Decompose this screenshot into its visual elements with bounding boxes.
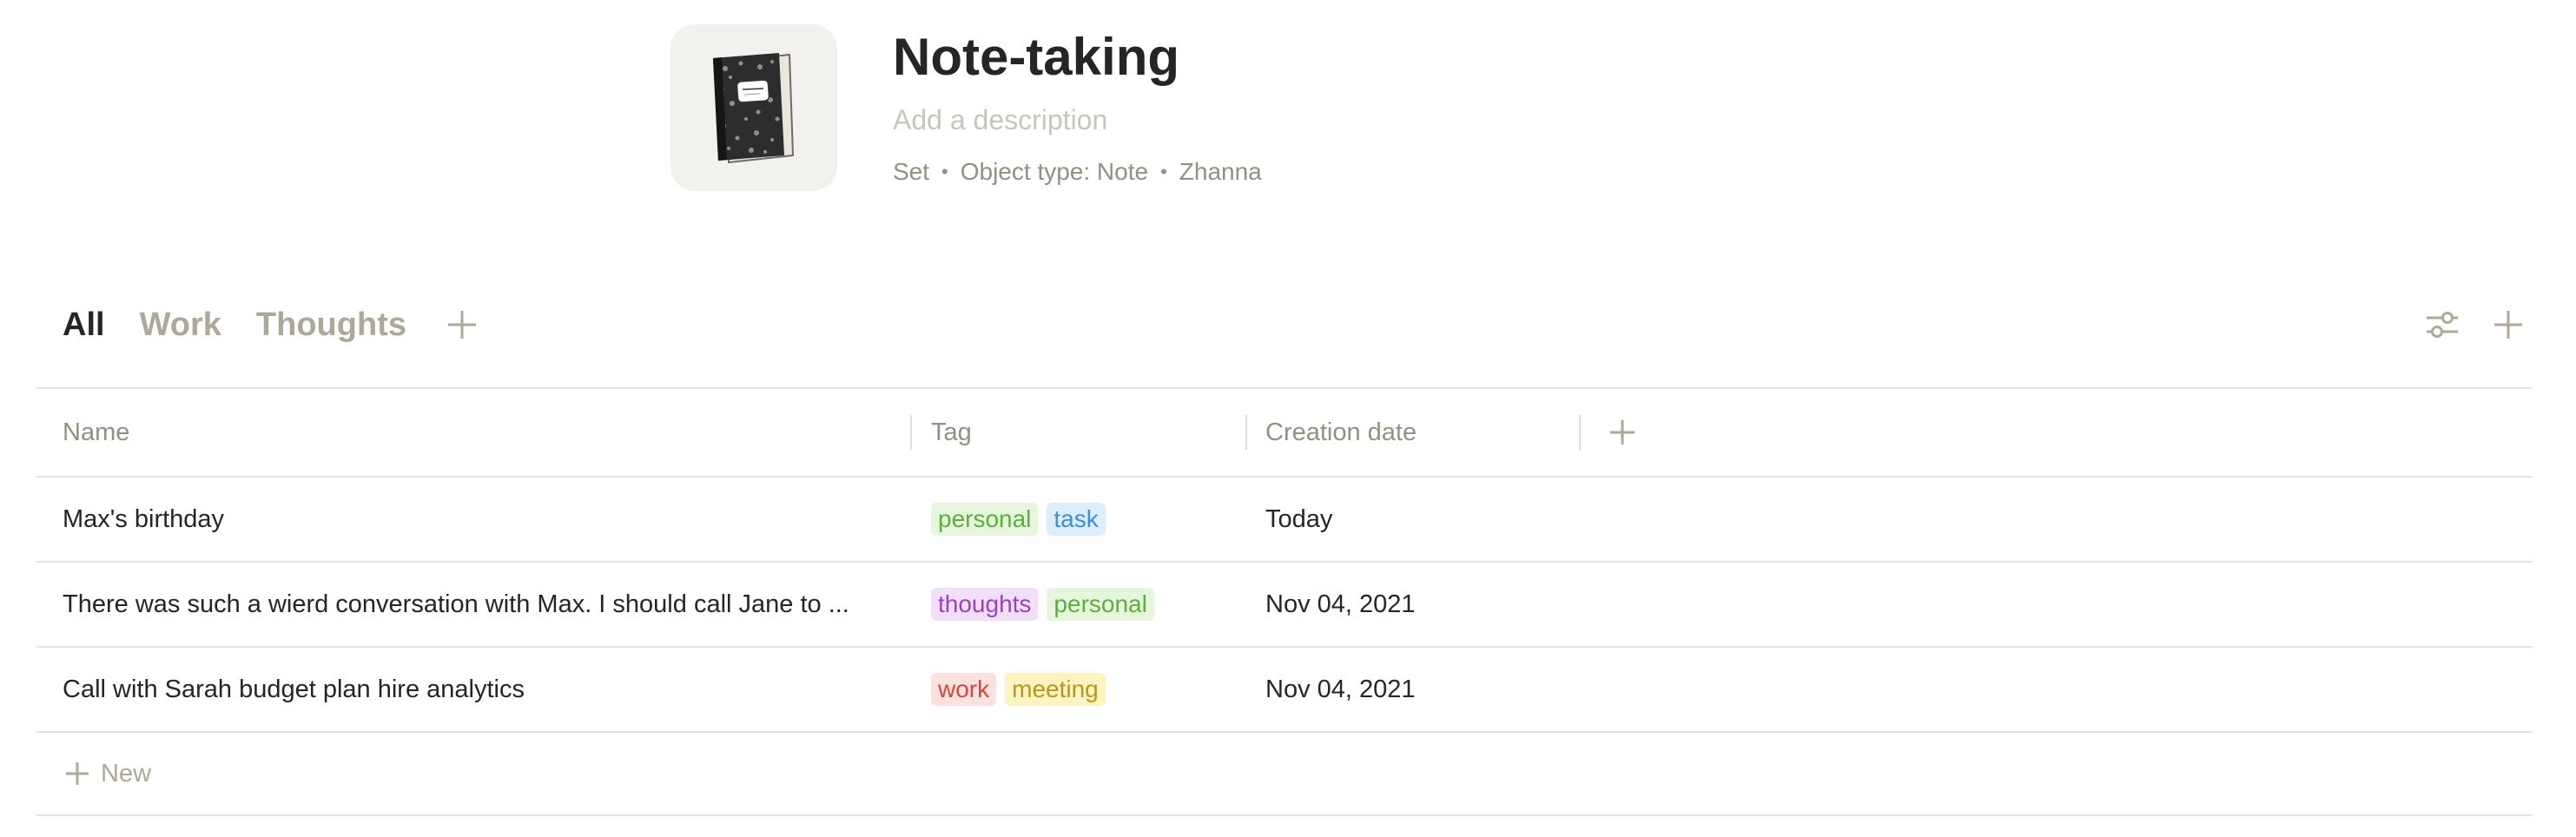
tag-chip: task bbox=[1047, 503, 1106, 536]
divider bbox=[36, 814, 2533, 816]
column-header-name[interactable]: Name bbox=[63, 389, 129, 476]
row-tags[interactable]: personal task bbox=[931, 478, 1244, 561]
table-header-row: Name Tag Creation date bbox=[36, 389, 2533, 476]
row-creation-date[interactable]: Today bbox=[1265, 478, 1578, 561]
meta-separator: • bbox=[941, 161, 948, 182]
tag-chip: work bbox=[931, 673, 997, 706]
view-tab-thoughts[interactable]: Thoughts bbox=[256, 297, 406, 353]
row-name[interactable]: Call with Sarah budget plan hire analyti… bbox=[63, 648, 914, 731]
new-row-label: New bbox=[101, 759, 152, 788]
object-meta: Set • Object type: Note • Zhanna bbox=[893, 153, 1262, 191]
tag-chip: thoughts bbox=[931, 588, 1039, 621]
plus-icon bbox=[447, 311, 476, 339]
column-resize-handle[interactable] bbox=[910, 415, 912, 450]
view-tab-work[interactable]: Work bbox=[140, 297, 221, 353]
table-row[interactable]: Max's birthday personal task Today bbox=[36, 478, 2533, 561]
table-row[interactable]: There was such a wierd conversation with… bbox=[36, 563, 2533, 646]
page-title[interactable]: Note-taking bbox=[893, 23, 1179, 92]
add-column-button[interactable] bbox=[1603, 389, 1641, 476]
view-toolbar bbox=[2399, 300, 2531, 349]
meta-separator: • bbox=[1160, 161, 1167, 182]
tag-chip: personal bbox=[931, 503, 1039, 536]
column-resize-handle[interactable] bbox=[1579, 415, 1581, 450]
row-name[interactable]: There was such a wierd conversation with… bbox=[63, 563, 914, 646]
create-object-button[interactable] bbox=[2486, 302, 2531, 347]
plus-icon bbox=[2494, 311, 2522, 339]
column-resize-handle[interactable] bbox=[1245, 415, 1247, 450]
row-creation-date[interactable]: Nov 04, 2021 bbox=[1265, 648, 1578, 731]
tag-chip: personal bbox=[1047, 588, 1154, 621]
row-creation-date[interactable]: Nov 04, 2021 bbox=[1265, 563, 1578, 646]
row-tags[interactable]: work meeting bbox=[931, 648, 1244, 731]
settings-sliders-icon bbox=[2427, 312, 2458, 338]
object-icon[interactable] bbox=[670, 24, 837, 191]
row-name[interactable]: Max's birthday bbox=[63, 478, 914, 561]
plus-icon bbox=[1610, 420, 1635, 445]
tag-chip: meeting bbox=[1005, 673, 1106, 706]
meta-author[interactable]: Zhanna bbox=[1179, 153, 1262, 191]
table-row[interactable]: Call with Sarah budget plan hire analyti… bbox=[36, 648, 2533, 731]
description-input[interactable]: Add a description bbox=[893, 101, 1107, 139]
add-new-row-button[interactable]: New bbox=[36, 733, 2533, 814]
meta-object-type[interactable]: Object type: Note bbox=[961, 153, 1148, 191]
row-tags[interactable]: thoughts personal bbox=[931, 563, 1244, 646]
view-settings-button[interactable] bbox=[2420, 302, 2465, 347]
meta-kind: Set bbox=[893, 158, 930, 185]
view-tab-all[interactable]: All bbox=[63, 297, 105, 353]
plus-icon bbox=[63, 759, 92, 788]
add-view-button[interactable] bbox=[441, 304, 483, 346]
notes-table: Name Tag Creation date Max's birthday pe… bbox=[36, 387, 2533, 816]
notebook-icon bbox=[713, 53, 795, 164]
view-tabs: All Work Thoughts bbox=[63, 297, 483, 353]
column-header-tag[interactable]: Tag bbox=[931, 389, 972, 476]
column-header-creation-date[interactable]: Creation date bbox=[1265, 389, 1417, 476]
